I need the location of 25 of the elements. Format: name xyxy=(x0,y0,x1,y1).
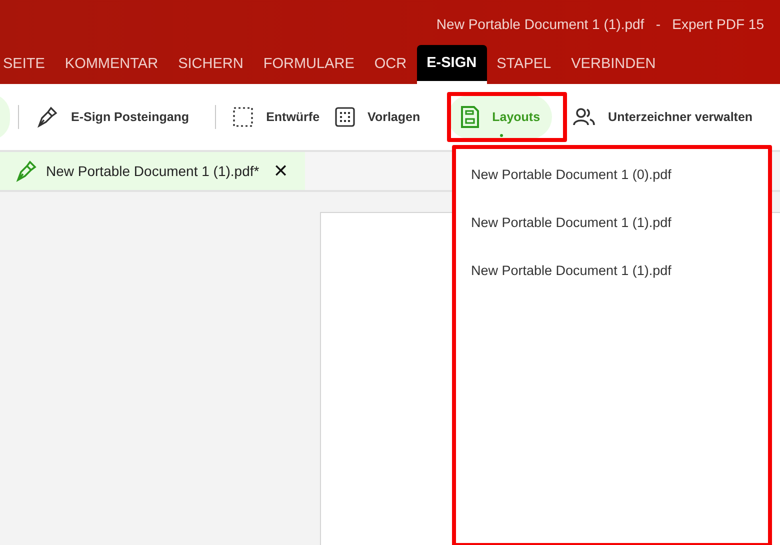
toolbar-button[interactable]: Unterzeichner verwalten xyxy=(566,95,759,139)
ribbon-tab[interactable]: SEITE xyxy=(0,45,55,84)
toolbar-button[interactable]: E-Sign Posteingang xyxy=(29,95,196,139)
toolbar-button[interactable]: Entwürfe xyxy=(226,95,326,139)
document-tab[interactable]: New Portable Document 1 (1).pdf* ✕ xyxy=(0,152,305,190)
window-title: New Portable Document 1 (1).pdf - Expert PDF 15 xyxy=(436,16,764,32)
dropdown-item[interactable]: New Portable Document 1 (1).pdf xyxy=(456,255,768,287)
close-button[interactable]: ✕ xyxy=(269,160,292,182)
pen-icon xyxy=(14,159,38,183)
pen-icon xyxy=(35,105,59,129)
ribbon-tab[interactable]: OCR xyxy=(364,45,417,84)
ribbon-tab[interactable]: SICHERN xyxy=(168,45,254,84)
document-tab-title: New Portable Document 1 (1).pdf* xyxy=(46,163,260,179)
save-icon xyxy=(460,105,480,129)
ribbon-tab[interactable]: E-SIGN xyxy=(416,45,487,84)
dashed-square-icon xyxy=(232,106,254,128)
toolbar-button[interactable]: Vorlagen xyxy=(328,95,426,139)
people-icon xyxy=(572,107,596,127)
dropdown-item[interactable]: New Portable Document 1 (1).pdf xyxy=(456,207,768,239)
ribbon-tab[interactable]: STAPEL xyxy=(486,45,562,84)
ribbon-tab[interactable]: VERBINDEN xyxy=(561,45,666,84)
ribbon-tab[interactable]: FORMULARE xyxy=(253,45,364,84)
dropdown-item[interactable]: New Portable Document 1 (0).pdf xyxy=(456,159,768,191)
ribbon-tab[interactable]: KOMMENTAR xyxy=(54,45,168,84)
grid-square-icon xyxy=(334,106,356,128)
